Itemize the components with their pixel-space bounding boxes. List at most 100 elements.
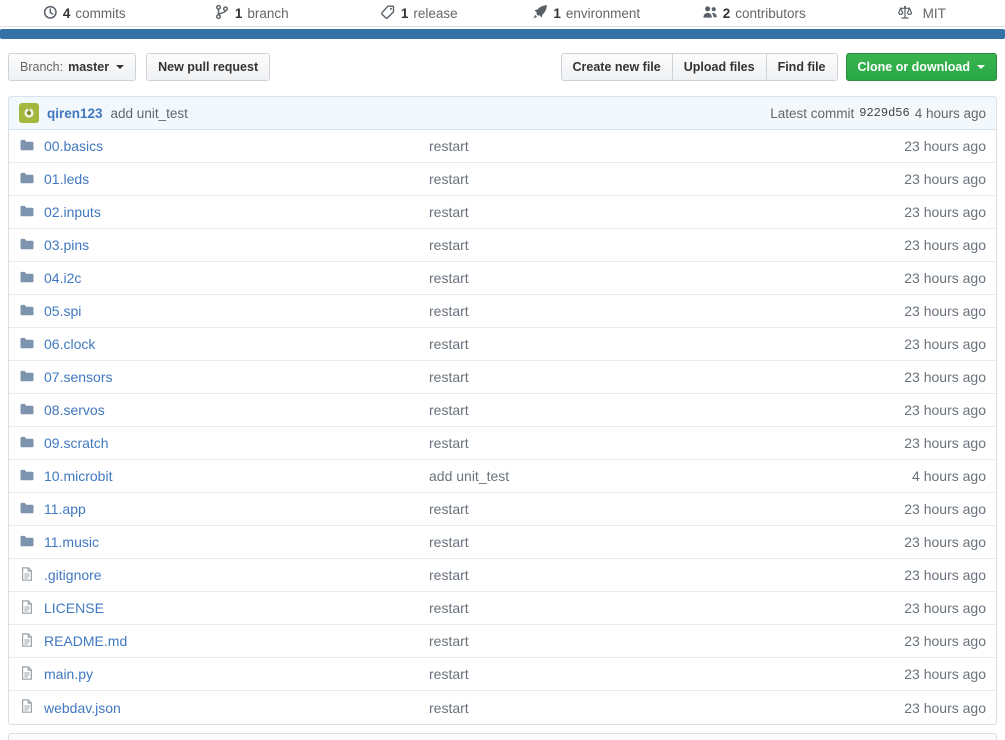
branch-prefix-label: Branch: [20,60,63,74]
row-commit-message[interactable]: restart [429,600,836,616]
table-row: main.py restart 23 hours ago [9,658,996,691]
table-row: .gitignore restart 23 hours ago [9,559,996,592]
stats-releases[interactable]: 1 release [335,4,503,23]
file-table: 00.basics restart 23 hours ago 01.leds r… [8,130,997,725]
row-age: 23 hours ago [836,138,996,154]
file-name-link[interactable]: 11.app [44,501,86,517]
file-name-link[interactable]: 02.inputs [44,204,101,220]
branch-name-label: master [68,60,109,74]
stats-commits[interactable]: 4 commits [0,4,168,23]
table-row: 05.spi restart 23 hours ago [9,295,996,328]
file-name-link[interactable]: .gitignore [44,567,102,583]
row-commit-message[interactable]: restart [429,567,836,583]
stats-branches-label: branch [247,6,288,21]
folder-icon [19,269,35,288]
row-commit-message[interactable]: restart [429,402,836,418]
commit-sha-link[interactable]: 9229d56 [859,106,909,120]
row-commit-message[interactable]: restart [429,700,836,716]
row-commit-message[interactable]: restart [429,666,836,682]
row-commit-message[interactable]: restart [429,435,836,451]
stats-releases-count: 1 [401,6,409,21]
file-name-cell: LICENSE [9,599,429,618]
stats-license-label: MIT [923,6,946,21]
repo-content: Branch: master New pull request Create n… [0,53,1005,740]
table-row: 02.inputs restart 23 hours ago [9,196,996,229]
file-name-cell: 06.clock [9,335,429,354]
row-commit-message[interactable]: restart [429,237,836,253]
commit-author-link[interactable]: qiren123 [47,106,103,121]
file-name-link[interactable]: 11.music [44,534,99,550]
stats-commits-label: commits [75,6,125,21]
file-name-cell: webdav.json [9,698,429,717]
find-file-button[interactable]: Find file [766,53,838,81]
chevron-down-icon [116,65,124,69]
file-name-cell: 09.scratch [9,434,429,453]
create-new-file-button[interactable]: Create new file [561,53,673,81]
file-name-link[interactable]: README.md [44,633,127,649]
row-age: 4 hours ago [836,468,996,484]
file-name-link[interactable]: 05.spi [44,303,81,319]
row-age: 23 hours ago [836,204,996,220]
repo-stats-bar: 4 commits 1 branch 1 release 1 environme… [0,0,1005,27]
file-name-link[interactable]: 09.scratch [44,435,109,451]
file-name-cell: 02.inputs [9,203,429,222]
row-commit-message[interactable]: restart [429,270,836,286]
latest-commit-label: Latest commit [770,106,854,121]
table-row: 00.basics restart 23 hours ago [9,130,996,163]
file-name-link[interactable]: webdav.json [44,700,121,716]
file-actions-group: Create new file Upload files Find file [561,53,838,81]
file-name-link[interactable]: 08.servos [44,402,105,418]
row-commit-message[interactable]: restart [429,369,836,385]
upload-files-button[interactable]: Upload files [672,53,767,81]
file-name-link[interactable]: 06.clock [44,336,95,352]
clone-or-download-button[interactable]: Clone or download [846,53,998,81]
stats-commits-count: 4 [63,6,71,21]
row-age: 23 hours ago [836,402,996,418]
row-commit-message[interactable]: restart [429,138,836,154]
language-bar[interactable] [0,29,1005,39]
commit-message-link[interactable]: add unit_test [111,106,188,121]
new-pull-request-button[interactable]: New pull request [146,53,270,81]
row-age: 23 hours ago [836,303,996,319]
stats-releases-label: release [413,6,457,21]
file-name-link[interactable]: 07.sensors [44,369,112,385]
row-commit-message[interactable]: restart [429,303,836,319]
file-name-cell: 07.sensors [9,368,429,387]
row-commit-message[interactable]: restart [429,501,836,517]
table-row: LICENSE restart 23 hours ago [9,592,996,625]
row-commit-message[interactable]: restart [429,336,836,352]
file-navigation-toolbar: Branch: master New pull request Create n… [8,53,997,81]
file-name-link[interactable]: 04.i2c [44,270,81,286]
row-commit-message[interactable]: restart [429,633,836,649]
file-name-link[interactable]: 10.microbit [44,468,112,484]
stats-contributors[interactable]: 2 contributors [670,4,838,23]
row-commit-message[interactable]: restart [429,534,836,550]
file-name-cell: 10.microbit [9,467,429,486]
row-age: 23 hours ago [836,369,996,385]
row-commit-message[interactable]: restart [429,204,836,220]
file-name-cell: 08.servos [9,401,429,420]
folder-icon [19,533,35,552]
row-age: 23 hours ago [836,237,996,253]
readme-section-top [8,733,997,740]
folder-icon [19,236,35,255]
folder-icon [19,170,35,189]
stats-environments[interactable]: 1 environment [503,4,671,23]
file-name-cell: 03.pins [9,236,429,255]
row-age: 23 hours ago [836,501,996,517]
file-name-link[interactable]: LICENSE [44,600,104,616]
row-age: 23 hours ago [836,633,996,649]
branch-select-button[interactable]: Branch: master [8,53,136,81]
stats-branches[interactable]: 1 branch [168,4,336,23]
file-name-cell: 11.app [9,500,429,519]
avatar[interactable] [19,103,39,123]
file-name-link[interactable]: main.py [44,666,93,682]
stats-license[interactable]: MIT [838,4,1005,23]
file-name-link[interactable]: 00.basics [44,138,103,154]
file-name-link[interactable]: 01.leds [44,171,89,187]
file-name-link[interactable]: 03.pins [44,237,89,253]
row-commit-message[interactable]: restart [429,171,836,187]
row-commit-message[interactable]: add unit_test [429,468,836,484]
latest-commit-bar: qiren123 add unit_test Latest commit 922… [8,96,997,130]
table-row: webdav.json restart 23 hours ago [9,691,996,724]
